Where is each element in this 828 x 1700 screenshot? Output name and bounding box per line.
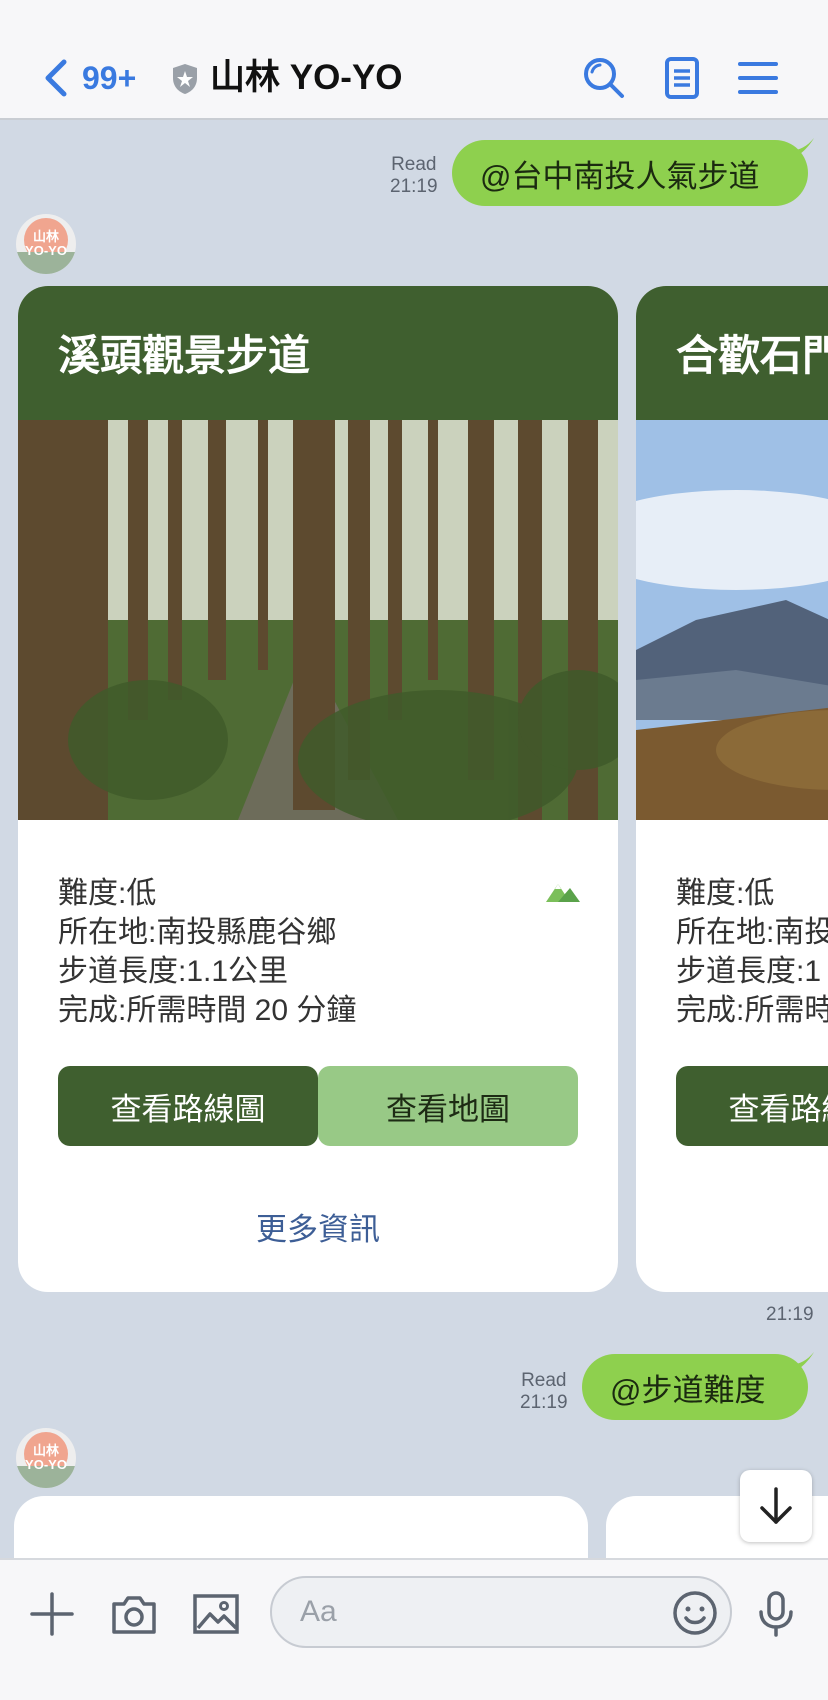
- sent-message[interactable]: @台中南投人氣步道: [452, 138, 814, 206]
- notes-icon[interactable]: [660, 56, 704, 100]
- trail-card: [14, 1496, 588, 1558]
- shield-icon: [173, 64, 197, 94]
- search-icon[interactable]: [582, 56, 626, 100]
- duration-text: 完成:所需時: [676, 994, 828, 1027]
- emoji-icon[interactable]: [672, 1590, 718, 1636]
- back-button[interactable]: 99+: [42, 56, 162, 100]
- trail-card: 合歡石門 難度:低 所在地:南投 步道長度:1 完成:所需時 查看路線圖: [636, 286, 828, 1292]
- forest-trail-image[interactable]: [18, 420, 618, 820]
- message-time: 21:19: [766, 1304, 814, 1325]
- mountain-icon: [546, 884, 580, 902]
- view-route-button[interactable]: 查看路線圖: [58, 1066, 318, 1146]
- microphone-icon[interactable]: [752, 1590, 800, 1638]
- menu-icon[interactable]: [736, 56, 780, 100]
- avatar[interactable]: 山林 YO-YO: [16, 1428, 76, 1488]
- duration-text: 完成:所需時間 20 分鐘: [58, 994, 357, 1027]
- bubble-tail: [786, 138, 814, 162]
- card-title: 溪頭觀景步道: [18, 286, 618, 420]
- plus-icon[interactable]: [28, 1590, 76, 1638]
- location-text: 所在地:南投: [676, 916, 828, 949]
- card-body: 難度:低 所在地:南投縣鹿谷鄉 步道長度:1.1公里 完成:所需時間 20 分鐘…: [18, 820, 618, 1249]
- message-field[interactable]: [270, 1576, 732, 1648]
- difficulty-text: 難度:低: [676, 877, 775, 910]
- read-receipt: Read 21:19: [390, 154, 438, 197]
- trail-card: 溪頭觀景步道 難度:低 所在地:南投縣鹿谷鄉 步道長度:1.1公里 完成:所需時…: [18, 286, 618, 1292]
- view-route-button[interactable]: 查看路線圖: [676, 1066, 828, 1146]
- length-text: 步道長度:1.1公里: [58, 955, 289, 988]
- read-receipt: Read 21:19: [520, 1370, 568, 1413]
- bubble-tail: [786, 1352, 814, 1376]
- card-body: 難度:低 所在地:南投 步道長度:1 完成:所需時 查看路線圖: [636, 820, 828, 1146]
- camera-icon[interactable]: [110, 1590, 158, 1638]
- chat-header: 99+ 山林 YO-YO: [0, 0, 828, 120]
- chat-area[interactable]: Read 21:19 @台中南投人氣步道 山林 YO-YO 溪頭觀景步道 難度:…: [0, 122, 828, 1558]
- view-map-button[interactable]: 查看地圖: [318, 1066, 578, 1146]
- difficulty-text: 難度:低: [58, 877, 157, 910]
- length-text: 步道長度:1: [676, 955, 822, 988]
- scroll-to-bottom-button[interactable]: [740, 1470, 812, 1542]
- location-text: 所在地:南投縣鹿谷鄉: [58, 916, 337, 949]
- input-bar: [0, 1558, 828, 1700]
- mountain-view-image[interactable]: [636, 420, 828, 820]
- avatar[interactable]: 山林 YO-YO: [16, 214, 76, 274]
- more-info-link[interactable]: 更多資訊: [58, 1204, 578, 1249]
- message-input[interactable]: [300, 1592, 660, 1632]
- image-icon[interactable]: [192, 1590, 240, 1638]
- card-title: 合歡石門: [636, 286, 828, 420]
- sent-message[interactable]: @步道難度: [582, 1352, 814, 1420]
- unread-count: 99+: [82, 59, 137, 96]
- chat-title: 山林 YO-YO: [210, 58, 403, 97]
- arrow-down-icon: [760, 1487, 792, 1524]
- chevron-left-icon: [45, 59, 67, 97]
